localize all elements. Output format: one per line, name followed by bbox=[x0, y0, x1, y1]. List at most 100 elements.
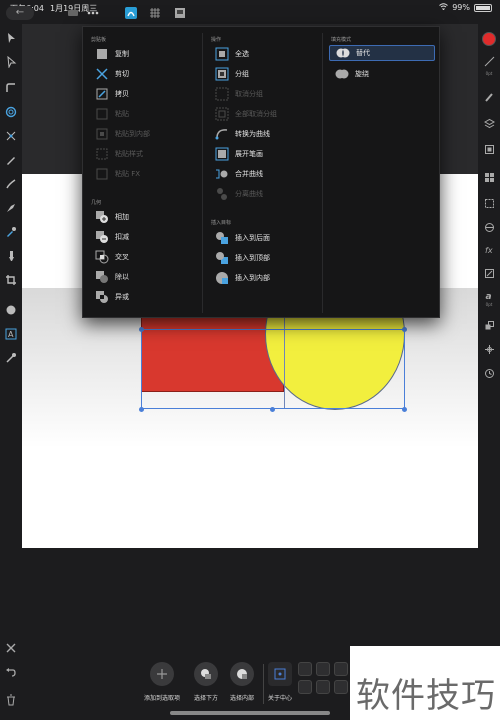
transparency-tool[interactable] bbox=[3, 248, 19, 264]
swatches-studio[interactable] bbox=[482, 170, 496, 184]
menu-item-paste[interactable]: 粘贴 bbox=[95, 106, 129, 122]
selection-handle-bottom-right[interactable] bbox=[402, 407, 407, 412]
color-picker-icon bbox=[6, 353, 16, 363]
menu-item-fill-winding[interactable]: 旋绕 bbox=[335, 66, 369, 82]
menu-item-group[interactable]: 分组 bbox=[215, 66, 249, 82]
history-clock-studio[interactable] bbox=[482, 366, 496, 380]
menu-item-insert-behind-label: 插入到后面 bbox=[235, 234, 270, 242]
watermark-overlay: 软件技巧 bbox=[350, 646, 500, 720]
svg-text:fx: fx bbox=[485, 246, 493, 255]
align-option-3[interactable] bbox=[334, 662, 348, 676]
subtract-icon bbox=[95, 230, 109, 244]
effects-studio[interactable]: fx bbox=[482, 242, 496, 256]
menu-item-paste-inside-label: 粘贴到内部 bbox=[115, 130, 150, 138]
text-tool[interactable]: A bbox=[3, 326, 19, 342]
snap-cross-icon bbox=[484, 344, 494, 354]
selection-handle-bottom-center[interactable] bbox=[270, 407, 275, 412]
document-menu-button[interactable] bbox=[64, 5, 82, 21]
paste-style-icon bbox=[95, 147, 109, 161]
contour-tool[interactable] bbox=[3, 104, 19, 120]
right-studio-bar: 0pt fx a 0pt bbox=[478, 24, 500, 720]
alternate-icon bbox=[336, 46, 350, 60]
menu-item-join-curves[interactable]: 合并曲线 bbox=[215, 166, 263, 182]
pen-nib-tool[interactable] bbox=[3, 200, 19, 216]
clock-icon bbox=[484, 368, 494, 378]
shape-tool[interactable] bbox=[3, 302, 19, 318]
menu-item-duplicate[interactable]: 拷贝 bbox=[95, 86, 129, 102]
selection-handle-top-left[interactable] bbox=[139, 327, 144, 332]
node-tool[interactable] bbox=[3, 54, 19, 70]
menu-item-ungroup[interactable]: 取消分组 bbox=[215, 86, 263, 102]
about-center-button[interactable]: 关于中心 bbox=[258, 662, 302, 702]
menu-item-paste-inside[interactable]: 粘贴到内部 bbox=[95, 126, 150, 142]
menu-item-ungroup-all-label: 全部取消分组 bbox=[235, 110, 277, 118]
back-button[interactable]: ← bbox=[6, 6, 34, 20]
about-center-icon bbox=[268, 662, 292, 686]
align-option-1[interactable] bbox=[298, 662, 312, 676]
menu-item-paste-fx[interactable]: 粘贴 FX bbox=[95, 166, 140, 182]
align-option-2[interactable] bbox=[316, 662, 330, 676]
context-toolbar: 添加到选取项 选择下方 选择内部 关于中心 bbox=[138, 660, 350, 712]
delete-button[interactable] bbox=[3, 692, 19, 708]
menu-column-clipboard: 剪贴板 复制 剪切 拷贝 粘贴 粘贴到内部 粘贴样式 粘贴 FX 几何 相加 扣… bbox=[83, 33, 203, 313]
paste-fx-icon bbox=[95, 167, 109, 181]
menu-item-insert-behind[interactable]: 插入到后面 bbox=[215, 230, 270, 246]
menu-item-xor[interactable]: 异或 bbox=[95, 289, 129, 305]
align-option-5[interactable] bbox=[316, 680, 330, 694]
vector-brush-tool[interactable] bbox=[3, 176, 19, 192]
fill-tool[interactable] bbox=[3, 224, 19, 240]
menu-item-convert-to-curves[interactable]: 转换为曲线 bbox=[215, 126, 270, 142]
menu-item-intersect[interactable]: 交叉 bbox=[95, 249, 129, 265]
align-option-4[interactable] bbox=[298, 680, 312, 694]
transform-studio[interactable] bbox=[482, 266, 496, 280]
corner-tool[interactable] bbox=[3, 80, 19, 96]
about-center-label: 关于中心 bbox=[267, 695, 292, 702]
document-icon bbox=[68, 10, 78, 16]
insert-inside-icon bbox=[215, 271, 229, 285]
selection-bounding-box[interactable] bbox=[141, 329, 405, 409]
history-studio[interactable] bbox=[482, 318, 496, 332]
menu-item-subtract[interactable]: 扣减 bbox=[95, 229, 129, 245]
color-picker-tool[interactable] bbox=[3, 350, 19, 366]
more-menu-button[interactable] bbox=[84, 5, 102, 21]
brushes-studio[interactable] bbox=[482, 90, 496, 104]
text-studio[interactable]: a bbox=[482, 288, 496, 302]
designer-persona-button[interactable] bbox=[122, 5, 140, 21]
navigator-studio[interactable] bbox=[482, 142, 496, 156]
selection-handle-top-right[interactable] bbox=[402, 327, 407, 332]
menu-item-select-all[interactable]: 全选 bbox=[215, 46, 249, 62]
menu-item-cut[interactable]: 剪切 bbox=[95, 66, 129, 82]
menu-item-copy[interactable]: 复制 bbox=[95, 46, 129, 62]
insert-top-icon bbox=[215, 251, 229, 265]
pixel-persona-button[interactable] bbox=[146, 5, 164, 21]
align-option-6[interactable] bbox=[334, 680, 348, 694]
left-toolbar: A bbox=[0, 24, 22, 720]
crop-tool[interactable] bbox=[3, 272, 19, 288]
paint-bucket-icon bbox=[9, 251, 14, 261]
fill-color-swatch[interactable] bbox=[482, 32, 496, 46]
selection-handle-bottom-left[interactable] bbox=[139, 407, 144, 412]
appearance-studio[interactable] bbox=[482, 220, 496, 234]
menu-item-fill-alternate[interactable]: 替代 bbox=[329, 45, 435, 61]
alignment-studio[interactable] bbox=[482, 342, 496, 356]
add-to-selection-button[interactable]: 添加到选取项 bbox=[140, 662, 184, 702]
menu-item-insert-top[interactable]: 插入到顶部 bbox=[215, 250, 270, 266]
menu-item-separate-curves[interactable]: 分离曲线 bbox=[215, 186, 263, 202]
stroke-width-control[interactable] bbox=[482, 54, 496, 68]
menu-item-paste-style[interactable]: 粘贴样式 bbox=[95, 146, 143, 162]
undo-button[interactable] bbox=[3, 664, 19, 680]
export-persona-button[interactable] bbox=[171, 5, 189, 21]
menu-item-expand-stroke[interactable]: 展开笔画 bbox=[215, 146, 263, 162]
pen-tool[interactable] bbox=[3, 128, 19, 144]
menu-item-insert-inside[interactable]: 插入到内部 bbox=[215, 270, 270, 286]
move-tool[interactable] bbox=[3, 30, 19, 46]
menu-item-divide[interactable]: 除以 bbox=[95, 269, 129, 285]
layers-studio[interactable] bbox=[482, 116, 496, 130]
stroke-studio[interactable] bbox=[482, 196, 496, 210]
menu-item-ungroup-all[interactable]: 全部取消分组 bbox=[215, 106, 277, 122]
menu-item-add[interactable]: 相加 bbox=[95, 209, 129, 225]
menu-item-insert-top-label: 插入到顶部 bbox=[235, 254, 270, 262]
svg-text:a: a bbox=[485, 292, 491, 301]
pencil-tool[interactable] bbox=[3, 152, 19, 168]
cancel-tool-button[interactable] bbox=[3, 640, 19, 656]
